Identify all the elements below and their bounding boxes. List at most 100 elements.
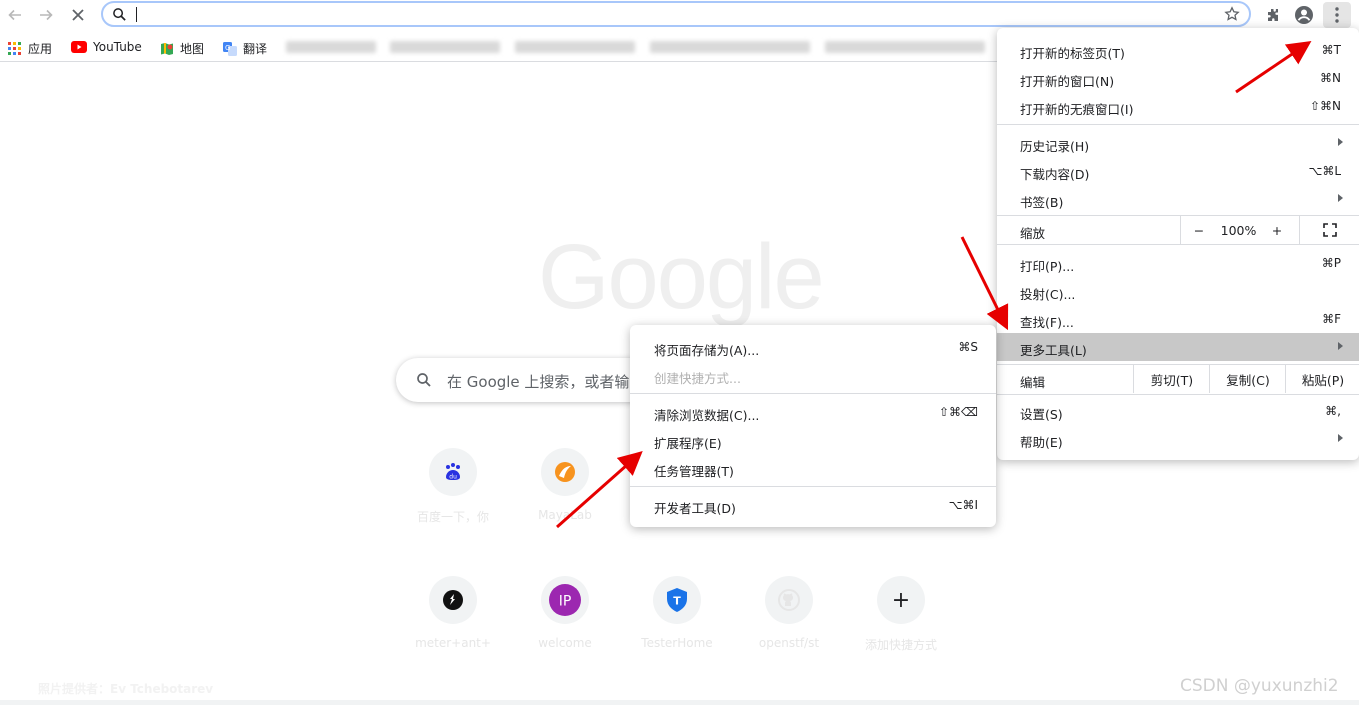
submenu-item-task-manager[interactable]: 任务管理器(T) <box>630 454 996 482</box>
bookmark-apps[interactable]: 应用 <box>8 40 52 57</box>
menu-item-cast[interactable]: 投射(C)... <box>997 277 1359 305</box>
fullscreen-button[interactable] <box>1299 216 1359 244</box>
redacted-bookmarks <box>390 41 500 53</box>
submenu-item-clear-data[interactable]: 清除浏览数据(C)... ⇧⌘⌫ <box>630 398 996 426</box>
zoom-in-button[interactable]: + <box>1261 216 1293 244</box>
account-circle-icon <box>1295 6 1313 24</box>
shortcut-tile[interactable]: du 百度一下，你 <box>397 448 509 560</box>
menu-separator <box>997 394 1359 395</box>
shortcut-tile[interactable]: T TesterHome <box>621 576 733 688</box>
stop-button[interactable] <box>66 3 90 27</box>
chevron-right-icon <box>1338 342 1343 350</box>
jmeter-icon <box>429 576 477 624</box>
search-icon <box>113 8 126 21</box>
redacted-bookmarks <box>825 41 985 53</box>
menu-item-history[interactable]: 历史记录(H) <box>997 129 1359 157</box>
submenu-item-developer-tools[interactable]: 开发者工具(D) ⌥⌘I <box>630 491 996 519</box>
svg-text:IP: IP <box>559 594 572 610</box>
bookmark-maps[interactable]: 地图 <box>160 40 204 57</box>
chrome-menu-button[interactable] <box>1323 2 1351 28</box>
search-icon <box>417 373 431 387</box>
menu-item-downloads[interactable]: 下载内容(D) ⌥⌘L <box>997 157 1359 185</box>
menu-item-new-incognito[interactable]: 打开新的无痕窗口(I) ⇧⌘N <box>997 92 1359 120</box>
puzzle-icon <box>1268 9 1278 21</box>
more-vert-icon <box>1335 7 1339 23</box>
mayalab-icon <box>541 448 589 496</box>
menu-separator <box>997 244 1359 245</box>
bookmark-label: 地图 <box>180 42 205 56</box>
google-logo: Google <box>538 226 825 328</box>
shortcut-label: MayaLab <box>538 508 592 522</box>
arrow-left-icon <box>8 9 21 21</box>
paste-button[interactable]: 粘贴(P) <box>1285 365 1359 393</box>
menu-item-help[interactable]: 帮助(E) <box>997 425 1359 453</box>
shortcut-label: TesterHome <box>641 636 713 650</box>
fullscreen-icon <box>1323 223 1337 237</box>
bookmark-youtube[interactable]: YouTube <box>71 40 142 54</box>
profile-button[interactable] <box>1294 5 1314 25</box>
shortcut-tile[interactable]: openstf/st <box>733 576 845 688</box>
menu-item-more-tools[interactable]: 更多工具(L) <box>997 333 1359 361</box>
cut-button[interactable]: 剪切(T) <box>1133 365 1210 393</box>
edit-label: 编辑 <box>1020 375 1046 390</box>
submenu-item-save-page[interactable]: 将页面存储为(A)... ⌘S <box>630 333 996 361</box>
zoom-out-button[interactable]: − <box>1180 216 1217 244</box>
text-cursor <box>136 7 137 22</box>
redacted-bookmarks <box>650 41 810 53</box>
menu-item-new-window[interactable]: 打开新的窗口(N) ⌘N <box>997 64 1359 92</box>
menu-zoom-row: 缩放 − 100% + <box>997 216 1359 244</box>
chevron-right-icon <box>1338 434 1343 442</box>
github-icon <box>765 576 813 624</box>
bookmark-translate[interactable]: G 翻译 <box>223 40 267 57</box>
menu-item-print[interactable]: 打印(P)... ⌘P <box>997 249 1359 277</box>
menu-item-find[interactable]: 查找(F)... ⌘F <box>997 305 1359 333</box>
shortcut-label: 添加快捷方式 <box>864 638 937 652</box>
menu-item-new-tab[interactable]: 打开新的标签页(T) ⌘T <box>997 36 1359 64</box>
add-shortcut-tile[interactable]: + 添加快捷方式 <box>845 576 957 688</box>
menu-separator <box>997 124 1359 125</box>
maps-icon <box>161 42 173 55</box>
bookmark-label: YouTube <box>93 40 142 54</box>
shortcut-tile[interactable]: MayaLab <box>509 448 621 560</box>
chrome-main-menu: 打开新的标签页(T) ⌘T 打开新的窗口(N) ⌘N 打开新的无痕窗口(I) ⇧⌘N … <box>997 28 1359 460</box>
translate-icon: G <box>223 41 237 56</box>
bookmark-label: 应用 <box>28 42 53 56</box>
submenu-item-create-shortcut: 创建快捷方式... <box>654 371 741 386</box>
svg-text:T: T <box>673 595 681 608</box>
apps-grid-icon <box>8 41 21 55</box>
submenu-item-extensions[interactable]: 扩展程序(E) <box>630 426 996 454</box>
copy-button[interactable]: 复制(C) <box>1209 365 1286 393</box>
chevron-right-icon <box>1338 138 1343 146</box>
menu-separator <box>630 393 996 394</box>
address-bar[interactable] <box>101 1 1251 27</box>
forward-button[interactable] <box>34 3 58 27</box>
svg-text:G: G <box>225 44 230 52</box>
browser-toolbar <box>0 0 1359 30</box>
plus-icon: + <box>877 576 925 624</box>
photo-credit: 照片提供者：Ev Tchebotarev <box>38 682 214 696</box>
extensions-button[interactable] <box>1263 5 1283 25</box>
shortcut-tile[interactable]: meter+ant+ <box>397 576 509 688</box>
menu-item-bookmarks[interactable]: 书签(B) <box>997 185 1359 213</box>
shortcut-label: openstf/st <box>758 636 820 650</box>
ip-icon: IP <box>541 576 589 624</box>
redacted-bookmarks <box>286 41 376 53</box>
svg-text:du: du <box>449 474 457 481</box>
menu-separator <box>630 486 996 487</box>
zoom-label: 缩放 <box>1020 226 1046 241</box>
shortcut-label: 百度一下，你 <box>416 510 489 524</box>
back-button[interactable] <box>3 3 27 27</box>
csdn-watermark: CSDN @yuxunzhi2 <box>1180 676 1339 696</box>
bookmark-label: 翻译 <box>243 42 268 56</box>
shortcut-tile[interactable]: IP welcome <box>509 576 621 688</box>
redacted-bookmarks <box>515 41 635 53</box>
shield-icon: T <box>653 576 701 624</box>
menu-item-settings[interactable]: 设置(S) ⌘, <box>997 397 1359 425</box>
more-tools-submenu: 将页面存储为(A)... ⌘S 创建快捷方式... 清除浏览数据(C)... ⇧⌘⌫… <box>630 325 996 527</box>
arrow-right-icon <box>40 9 53 21</box>
chevron-right-icon <box>1338 194 1343 202</box>
star-icon[interactable] <box>1224 6 1240 22</box>
youtube-icon <box>71 41 87 53</box>
shortcut-label: meter+ant+ <box>415 636 491 650</box>
close-icon <box>72 9 84 21</box>
